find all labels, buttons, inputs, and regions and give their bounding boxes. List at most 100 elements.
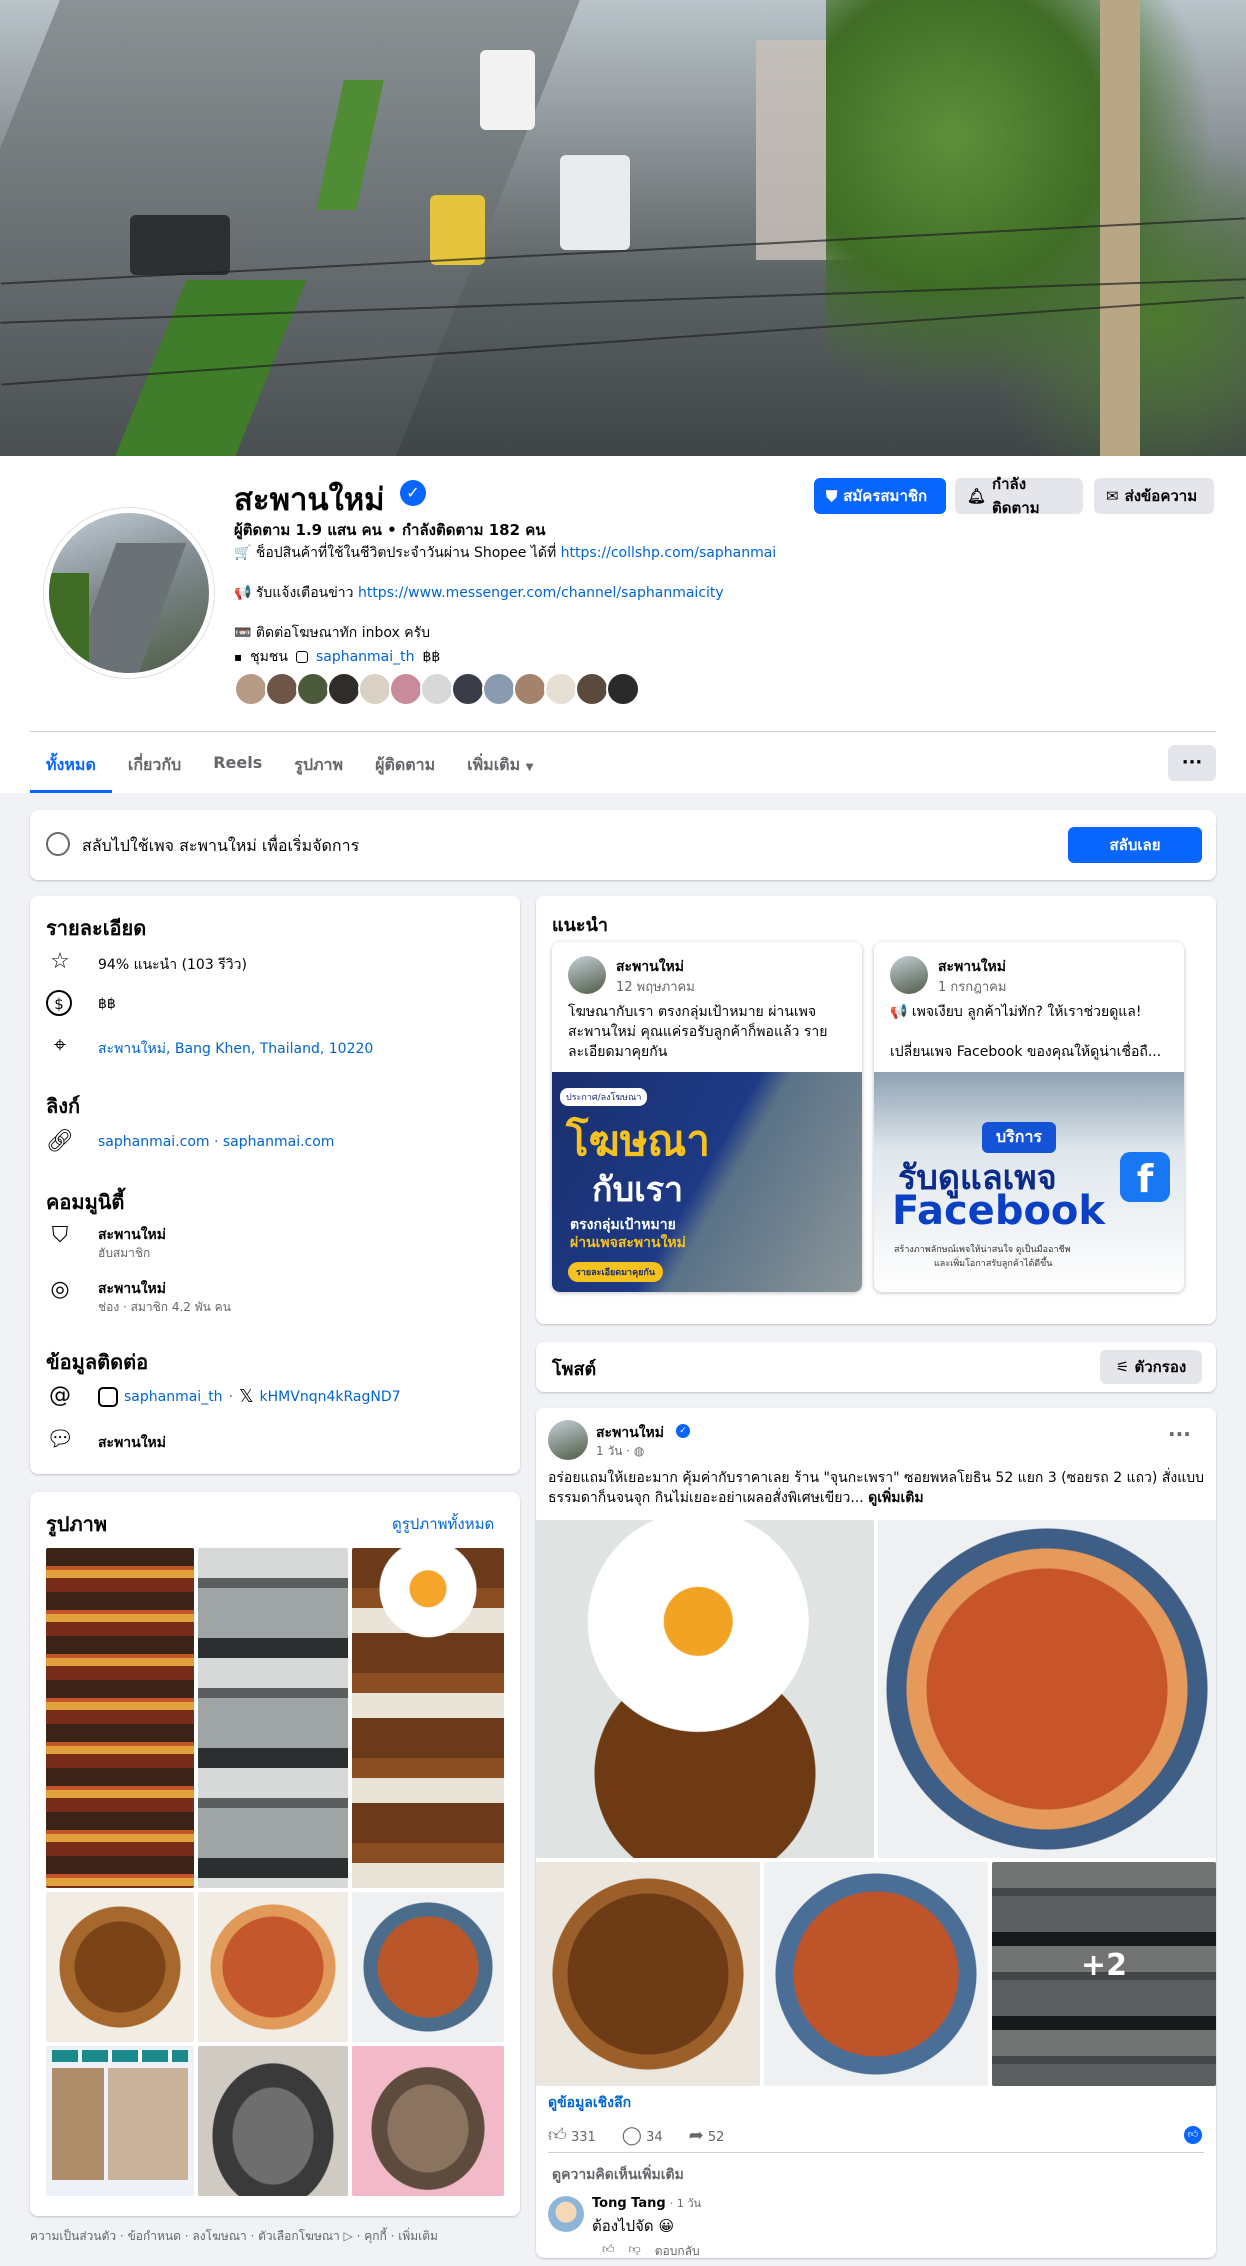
x-handle-link[interactable]: kHMVnqn4kRagND7 — [260, 1389, 401, 1405]
reply-button[interactable]: ตอบกลับ — [655, 2242, 700, 2261]
comment-button[interactable]: ◯ 34 — [622, 2125, 663, 2146]
featured-text: 📢 เพจเงียบ ลูกค้าไม่ทัก? ให้เราช่วยดูแล!… — [890, 1004, 1162, 1060]
tab-photos[interactable]: รูปภาพ — [278, 735, 359, 793]
community-name[interactable]: สะพานใหม่ — [98, 1224, 166, 1246]
follower-avatar[interactable] — [544, 672, 578, 706]
comment-author[interactable]: Tong Tang — [592, 2196, 666, 2211]
channel-name[interactable]: สะพานใหม่ — [98, 1278, 166, 1300]
details-title: รายละเอียด — [46, 916, 147, 940]
message-button[interactable]: ✉ ส่งข้อความ — [1094, 478, 1214, 514]
footer-links[interactable]: ความเป็นส่วนตัว · ข้อกำหนด · ลงโฆษณา · ต… — [30, 2227, 438, 2246]
featured-author[interactable]: สะพานใหม่ — [616, 956, 684, 978]
switch-page-bar: สลับไปใช้เพจ สะพานใหม่ เพื่อเริ่มจัดการ … — [30, 810, 1216, 880]
tab-all[interactable]: ทั้งหมด — [30, 735, 112, 793]
instagram-link[interactable]: saphanmai_th — [316, 649, 415, 665]
verified-badge-icon: ✓ — [676, 1424, 690, 1438]
tab-followers[interactable]: ผู้ติดตาม — [359, 735, 451, 793]
switch-now-button[interactable]: สลับเลย — [1068, 827, 1202, 863]
follower-avatar[interactable] — [420, 672, 454, 706]
posts-header: โพสต์ ⚟ ตัวกรอง — [536, 1342, 1216, 1392]
tab-more[interactable]: เพิ่มเติม ▼ — [451, 735, 549, 793]
follower-avatar[interactable] — [358, 672, 392, 706]
featured-date[interactable]: 1 กรกฎาคม — [938, 976, 1006, 997]
photo-basil-rice[interactable] — [352, 1548, 504, 1888]
see-more-link[interactable]: ดูเพิ่มเติม — [868, 1490, 923, 1506]
cover-photo[interactable] — [0, 0, 1246, 456]
view-insights-link[interactable]: ดูข้อมูลเชิงลึก — [548, 2092, 631, 2114]
instagram-handle-link[interactable]: saphanmai_th — [124, 1389, 223, 1405]
follower-avatar[interactable] — [296, 672, 330, 706]
channel-sub: ช่อง · สมาชิก 4.2 พัน คน — [98, 1300, 231, 1314]
follower-avatar[interactable] — [327, 672, 361, 706]
filter-button[interactable]: ⚟ ตัวกรอง — [1100, 1350, 1202, 1384]
bio-channel-line: 📢 รับแจ้งเตือนข่าว https://www.messenger… — [234, 582, 724, 604]
post-meta: 1 วัน · ◍ — [596, 1444, 645, 1458]
service-sub: สร้างภาพลักษณ์เพจให้น่าสนใจ ดูเป็นมืออาช… — [894, 1245, 1071, 1255]
following-button[interactable]: 🔔︎ กำลังติดตาม — [955, 475, 1083, 517]
post-photo-shop[interactable]: +2 — [992, 1862, 1216, 2086]
like-count: 331 — [570, 2130, 596, 2145]
page-avatar[interactable] — [44, 508, 214, 678]
author-avatar[interactable] — [890, 956, 928, 994]
photo-app-screenshot[interactable] — [46, 2046, 194, 2196]
share-button[interactable]: ➦ 52 — [689, 2125, 725, 2146]
comment-time[interactable]: 1 วัน — [677, 2197, 701, 2210]
featured-date[interactable]: 12 พฤษภาคม — [616, 976, 695, 997]
follower-avatar[interactable] — [389, 672, 423, 706]
follower-avatars[interactable] — [234, 672, 640, 706]
post-options-button[interactable]: ··· — [1168, 1422, 1191, 1446]
photo-shopfront[interactable] — [198, 1548, 348, 1888]
messenger-contact[interactable]: สะพานใหม่ — [98, 1432, 166, 1454]
post-photo-egg-rice[interactable] — [536, 1520, 874, 1858]
more-photos-count[interactable]: +2 — [992, 1948, 1216, 1983]
sliders-icon: ⚟ — [1115, 1358, 1130, 1376]
featured-post-2[interactable]: สะพานใหม่ 1 กรกฎาคม 📢 เพจเงียบ ลูกค้าไม่… — [874, 942, 1184, 1292]
post-photo-pork-plate[interactable] — [764, 1862, 988, 2086]
price-text: ฿฿ — [98, 996, 116, 1012]
featured-post-1[interactable]: สะพานใหม่ 12 พฤษภาคม โฆษณากับเรา ตรงกลุ่… — [552, 942, 862, 1292]
comment-like-icon[interactable]: 👍︎ — [602, 2242, 615, 2261]
commenter-avatar[interactable] — [548, 2196, 584, 2232]
comment-dislike-icon[interactable]: 👎︎ — [629, 2242, 641, 2261]
more-options-button[interactable]: ··· — [1168, 745, 1216, 781]
photo-crispy-pork[interactable] — [198, 1892, 348, 2042]
photo-pork-plate[interactable] — [352, 1892, 504, 2042]
website-links[interactable]: saphanmai.com · saphanmai.com — [98, 1134, 334, 1150]
post-photo-crispy-pork[interactable] — [878, 1520, 1216, 1858]
channel-link[interactable]: https://www.messenger.com/channel/saphan… — [358, 585, 724, 601]
follower-avatar[interactable] — [482, 672, 516, 706]
featured-author[interactable]: สะพานใหม่ — [938, 956, 1006, 978]
ad-headline-2: กับเรา — [592, 1170, 684, 1210]
post-time[interactable]: 1 วัน — [596, 1444, 622, 1458]
featured-image-ad[interactable]: ประกาศ/ลงโฆษณา โฆษณา กับเรา ตรงกลุ่มเป้า… — [552, 1072, 862, 1292]
follower-avatar[interactable] — [451, 672, 485, 706]
join-button[interactable]: ⛊ สมัครสมาชิก — [814, 478, 946, 514]
post-author-avatar[interactable] — [548, 1420, 588, 1460]
photo-cat-gray[interactable] — [198, 2046, 348, 2196]
see-all-photos-link[interactable]: ดูรูปภาพทั้งหมด — [392, 1512, 494, 1536]
follower-avatar[interactable] — [606, 672, 640, 706]
rating-text[interactable]: 94% แนะนำ (103 รีวิว) — [98, 954, 247, 976]
like-button[interactable]: 👍︎ 331 — [548, 2124, 596, 2146]
address-link[interactable]: สะพานใหม่, Bang Khen, Thailand, 10220 — [98, 1038, 373, 1060]
tab-about[interactable]: เกี่ยวกับ — [112, 735, 197, 793]
posts-title: โพสต์ — [552, 1359, 597, 1380]
follower-avatar[interactable] — [234, 672, 268, 706]
follower-avatar[interactable] — [265, 672, 299, 706]
tab-reels[interactable]: Reels — [197, 735, 278, 793]
photo-dish[interactable] — [46, 1892, 194, 2042]
ad-cta: รายละเอียดมาคุยกัน — [568, 1262, 663, 1282]
page-stats[interactable]: ผู้ติดตาม 1.9 แสน คน • กำลังติดตาม 182 ค… — [234, 518, 546, 542]
view-more-comments[interactable]: ดูความคิดเห็นเพิ่มเติม — [552, 2164, 684, 2186]
follower-avatar[interactable] — [575, 672, 609, 706]
post-author[interactable]: สะพานใหม่ — [596, 1422, 664, 1444]
photo-cat-tabby[interactable] — [352, 2046, 504, 2196]
bio-ads-text: 📼 ติดต่อโฆษณาทัก inbox ครับ — [234, 625, 430, 641]
author-avatar[interactable] — [568, 956, 606, 994]
like-reaction-icon[interactable]: 👍︎ — [1184, 2126, 1202, 2144]
follower-avatar[interactable] — [513, 672, 547, 706]
featured-image-service[interactable]: บริการ รับดูแลเพจ Facebook f สร้างภาพลัก… — [874, 1072, 1184, 1292]
post-photo-basil[interactable] — [536, 1862, 760, 2086]
photo-menu-board[interactable] — [46, 1548, 194, 1888]
shopee-link[interactable]: https://collshp.com/saphanmai — [561, 545, 777, 561]
